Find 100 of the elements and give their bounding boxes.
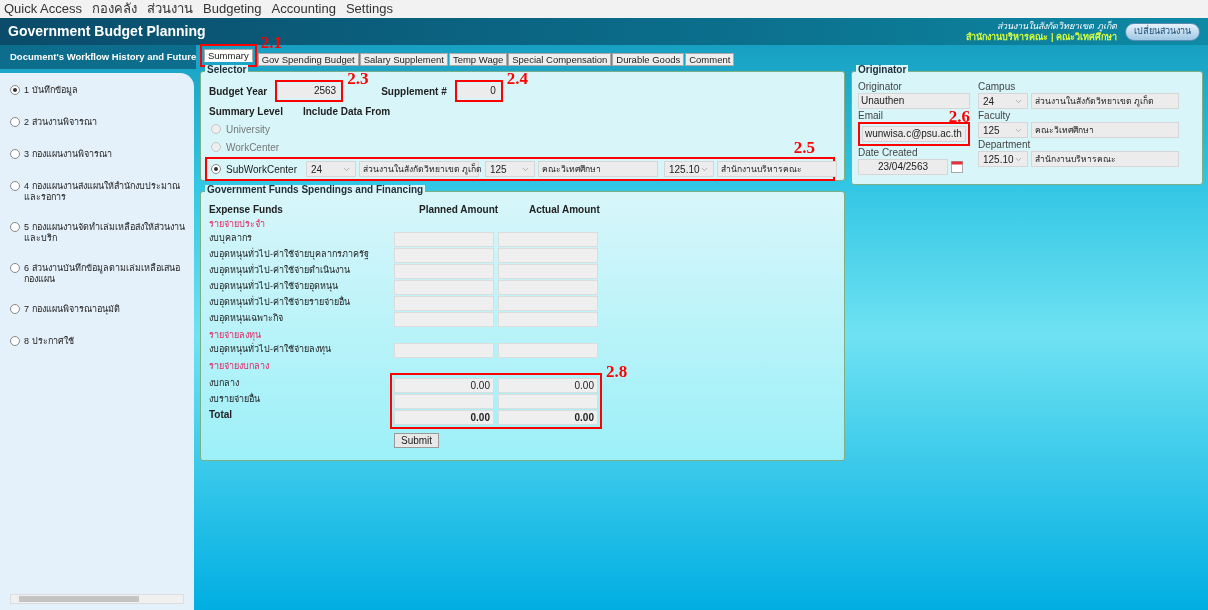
code-dropdown[interactable]: 24	[978, 93, 1028, 109]
radio-button[interactable]	[211, 164, 221, 174]
field-label: Date Created	[858, 146, 918, 159]
fund-label: งบอุดหนุนทั่วไป-ค่าใช้จ่ายลงทุน	[209, 343, 332, 357]
amount-input[interactable]	[394, 311, 494, 327]
budget-year-input[interactable]: 2563	[279, 84, 340, 98]
name-field: ส่วนงานในสังกัดวิทยาเขต ภูเก็ต	[1031, 93, 1179, 109]
code-dropdown[interactable]: 125.10	[978, 151, 1028, 167]
amount-input[interactable]	[498, 279, 598, 295]
field-label: Summary Level	[209, 105, 283, 119]
amount-input[interactable]	[394, 263, 494, 279]
field-label: Budget Year	[209, 84, 268, 99]
annotation-label: 2.5	[793, 139, 815, 156]
menu-item[interactable]: Settings	[345, 0, 393, 19]
amount-input[interactable]	[498, 263, 598, 279]
menu-item[interactable]: Quick Access	[4, 0, 83, 19]
fund-label: งบอุดหนุนทั่วไป-ค่าใช้จ่ายบุคลากรภาครัฐ	[209, 248, 370, 262]
workflow-step[interactable]: 6 ส่วนงานบันทึกข้อมูลตามเล่มเหลือเสนอกองแผน	[24, 263, 188, 285]
workflow-step[interactable]: 7 กองแผนพิจารณาอนุมัติ	[24, 304, 120, 315]
supplement-input[interactable]: 0	[458, 84, 499, 98]
field-label: Include Data From	[302, 105, 391, 119]
group-title: Originator	[856, 65, 909, 75]
radio-button[interactable]	[10, 304, 20, 314]
section-label: รายจ่ายงบกลาง	[209, 361, 269, 371]
fund-label: งบบุคลากร	[209, 232, 253, 246]
menu-item[interactable]: Accounting	[271, 0, 336, 19]
radio-button[interactable]	[10, 85, 20, 95]
column-header: Expense Funds	[209, 203, 284, 216]
annotation-label: 2.3	[347, 70, 369, 87]
tab[interactable]: Summary	[204, 49, 253, 62]
submit-button[interactable]: Submit	[394, 433, 440, 448]
app-title: Government Budget Planning	[8, 22, 206, 41]
tab[interactable]: Special Compensation	[508, 53, 612, 66]
workflow-step[interactable]: 4 กองแผนงานส่งแผนให้สำนักงบประมาณและรอการ	[24, 181, 188, 203]
text-field[interactable]: Unauthen	[858, 93, 970, 109]
menu-item[interactable]: ส่วนงาน	[147, 0, 194, 19]
amount-input[interactable]	[394, 279, 494, 295]
calendar-icon[interactable]	[951, 161, 963, 173]
fund-label: งบรายจ่ายอื่น	[209, 392, 261, 406]
amount-input[interactable]	[394, 247, 494, 263]
code-dropdown[interactable]: 125	[484, 161, 535, 177]
amount-input[interactable]: 0.00	[498, 377, 598, 393]
workflow-step[interactable]: 5 กองแผนงานจัดทำเล่มเหลือส่งให้ส่วนงานและบริก	[24, 222, 188, 244]
amount-input[interactable]: 0.00	[394, 377, 494, 393]
radio-button[interactable]	[10, 149, 20, 159]
name-field: สำนักงานบริหารคณะ	[716, 161, 837, 177]
organization-text: สำนักงานบริหารคณะ | คณะวิเทศศึกษา	[966, 31, 1117, 43]
field-label: Faculty	[978, 109, 1012, 122]
workflow-step[interactable]: 8 ประกาศใช้	[24, 336, 74, 347]
section-label: รายจ่ายประจำ	[209, 219, 265, 229]
field-label: Campus	[978, 80, 1017, 93]
annotation-label: 2.8	[606, 363, 628, 380]
annotation-label: 2.4	[506, 70, 528, 87]
amount-input[interactable]	[394, 231, 494, 247]
name-field: คณะวิเทศศึกษา	[1031, 122, 1179, 138]
total-label: Total	[209, 408, 234, 422]
amount-input[interactable]	[498, 231, 598, 247]
tab[interactable]: Temp Wage	[448, 53, 508, 66]
date-field[interactable]: 23/04/2563	[858, 159, 948, 175]
switch-unit-button[interactable]: เปลี่ยนส่วนงาน	[1125, 22, 1200, 41]
fund-label: งบอุดหนุนทั่วไป-ค่าใช้จ่ายอุดหนุน	[209, 280, 339, 294]
annotation-label: 2.6	[948, 108, 970, 125]
horizontal-scrollbar[interactable]	[10, 594, 184, 604]
radio-button[interactable]	[10, 263, 20, 273]
column-header: Actual Amount	[529, 203, 600, 216]
menu-item[interactable]: กองคลัง	[92, 0, 138, 19]
code-dropdown[interactable]: 125	[978, 122, 1028, 138]
level-option[interactable]: SubWorkCenter	[226, 161, 297, 177]
amount-input[interactable]	[394, 342, 494, 358]
tab[interactable]: Gov Spending Budget	[257, 53, 359, 66]
amount-input[interactable]	[498, 393, 598, 409]
menu-item[interactable]: Budgeting	[203, 0, 262, 19]
amount-input[interactable]	[498, 311, 598, 327]
tab[interactable]: Comment	[685, 53, 735, 66]
name-field: สำนักงานบริหารคณะ	[1031, 151, 1179, 167]
amount-input[interactable]	[394, 295, 494, 311]
tab[interactable]: Salary Supplement	[359, 53, 448, 66]
tab[interactable]: Durable Goods	[612, 53, 685, 66]
code-dropdown[interactable]: 24	[305, 161, 356, 177]
workflow-step[interactable]: 3 กองแผนงานพิจารณา	[24, 149, 112, 160]
code-dropdown[interactable]: 125.10	[663, 161, 714, 177]
fund-label: งบอุดหนุนเฉพาะกิจ	[209, 312, 284, 326]
workflow-step[interactable]: 2 ส่วนงานพิจารณา	[24, 117, 97, 128]
radio-button[interactable]	[10, 222, 20, 232]
annotation-label: 2.1	[260, 34, 282, 51]
fund-label: งบกลาง	[209, 377, 240, 390]
fund-label: งบอุดหนุนทั่วไป-ค่าใช้จ่ายดำเนินงาน	[209, 264, 351, 278]
amount-input[interactable]: 0.00	[394, 409, 494, 425]
radio-button[interactable]	[10, 117, 20, 127]
radio-button[interactable]	[10, 181, 20, 191]
workflow-step[interactable]: 1 บันทึกข้อมูล	[24, 85, 78, 96]
amount-input[interactable]	[394, 393, 494, 409]
section-label: รายจ่ายลงทุน	[209, 330, 261, 340]
amount-input[interactable]	[498, 342, 598, 358]
amount-input[interactable]: 0.00	[498, 409, 598, 425]
radio-button[interactable]	[10, 336, 20, 346]
group-title: Selector	[205, 65, 249, 75]
amount-input[interactable]	[498, 295, 598, 311]
text-field[interactable]: wunwisa.c@psu.ac.th	[862, 126, 966, 142]
amount-input[interactable]	[498, 247, 598, 263]
